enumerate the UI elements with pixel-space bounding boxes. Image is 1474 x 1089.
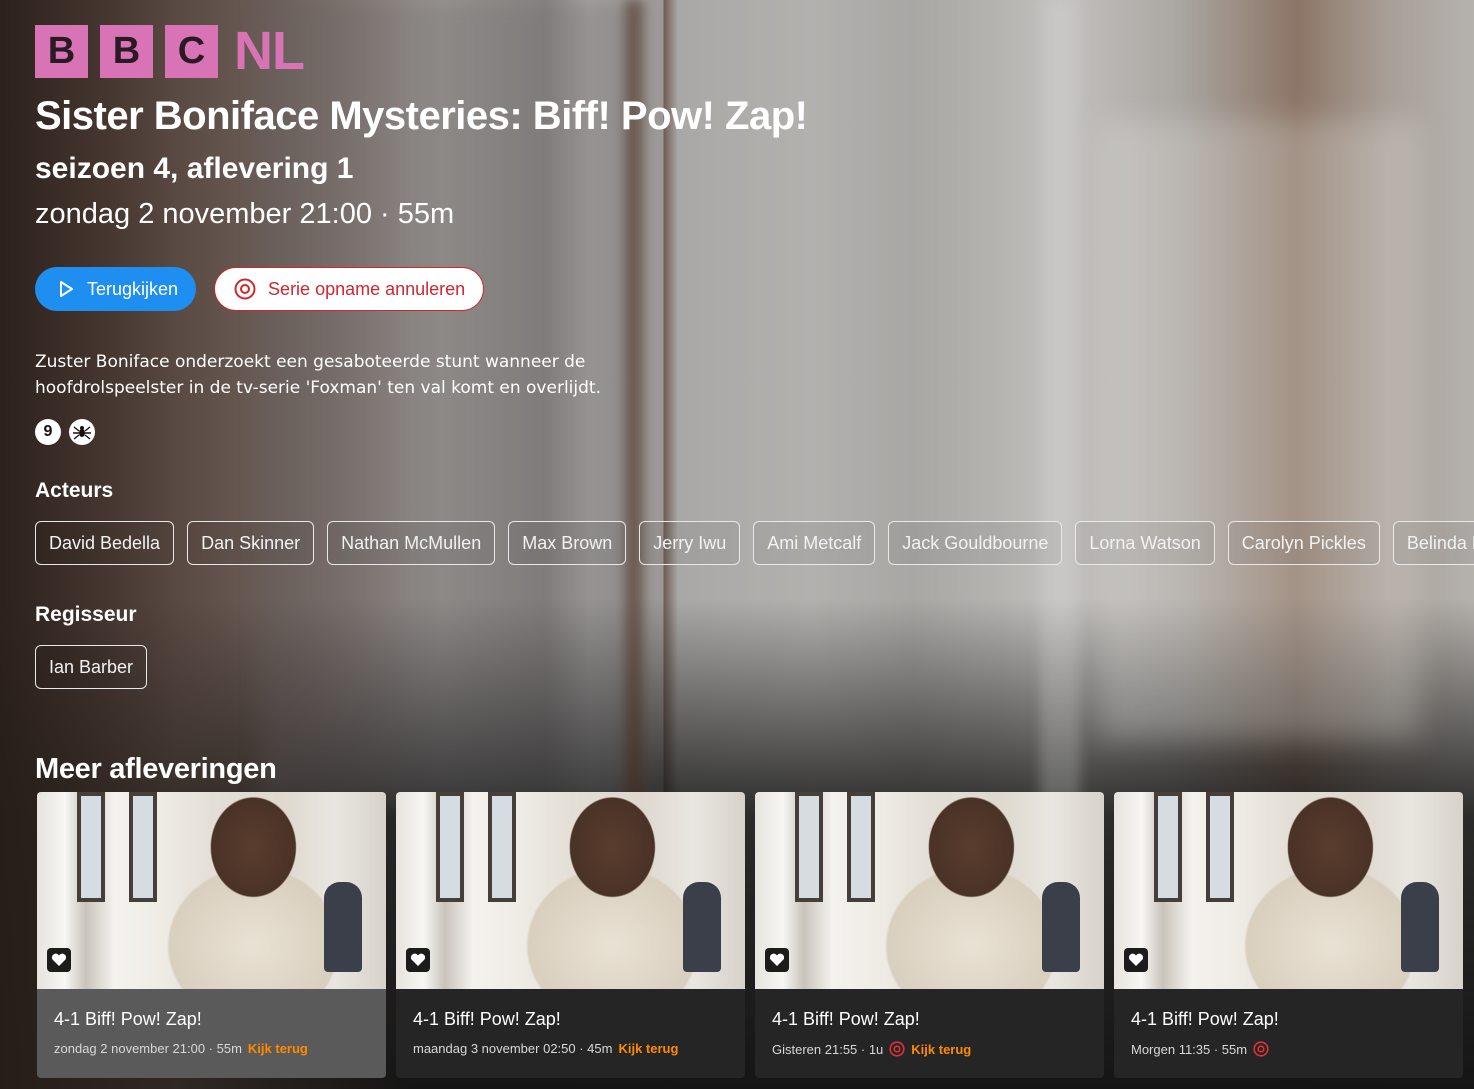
heart-icon[interactable] bbox=[406, 948, 430, 972]
episode-card[interactable]: 4-1 Biff! Pow! Zap! zondag 2 november 21… bbox=[37, 792, 386, 1078]
cancel-recording-label: Serie opname annuleren bbox=[268, 278, 466, 299]
thumbnail-window bbox=[847, 792, 875, 902]
cancel-recording-button[interactable]: Serie opname annuleren bbox=[214, 267, 485, 311]
episode-title: 4-1 Biff! Pow! Zap! bbox=[413, 1009, 561, 1029]
director-list: Ian Barber bbox=[35, 645, 1474, 689]
episode-meta: maandag 3 november 02:50 · 45m bbox=[413, 1041, 613, 1056]
episode-status: Kijk terug bbox=[247, 1041, 308, 1056]
logo-letter: B bbox=[100, 24, 153, 78]
logo-letter: B bbox=[35, 24, 88, 78]
episode-carousel: 4-1 Biff! Pow! Zap! zondag 2 november 21… bbox=[37, 792, 1463, 1078]
record-icon bbox=[1253, 1041, 1269, 1057]
episode-thumbnail bbox=[37, 792, 386, 989]
logo-suffix: NL bbox=[234, 21, 305, 81]
actors-list: David Bedella Dan Skinner Nathan McMulle… bbox=[35, 521, 1474, 565]
episode-title: 4-1 Biff! Pow! Zap! bbox=[772, 1009, 920, 1029]
actor-chip[interactable]: Nathan McMullen bbox=[327, 521, 496, 565]
actor-chip[interactable]: Carolyn Pickles bbox=[1227, 521, 1380, 565]
record-icon bbox=[234, 278, 256, 300]
actor-chip[interactable]: Lorna Watson bbox=[1075, 521, 1215, 565]
episode-subtitle: seizoen 4, aflevering 1 bbox=[35, 152, 354, 185]
episode-title: 4-1 Biff! Pow! Zap! bbox=[1131, 1009, 1279, 1029]
program-detail: B B C NL Sister Boniface Mysteries: Biff… bbox=[35, 24, 1474, 786]
actors-heading: Acteurs bbox=[35, 479, 114, 502]
actor-chip[interactable]: Jack Gouldbourne bbox=[888, 521, 1063, 565]
thumbnail-window bbox=[1206, 792, 1234, 902]
channel-logo: B B C NL bbox=[35, 24, 1474, 78]
thumbnail-window bbox=[795, 792, 823, 902]
thumbnail-window bbox=[129, 792, 157, 902]
thumbnail-figure bbox=[324, 882, 362, 972]
episode-title: 4-1 Biff! Pow! Zap! bbox=[54, 1009, 202, 1029]
thumbnail-window bbox=[436, 792, 464, 902]
broadcast-datetime: zondag 2 november 21:00 · 55m bbox=[35, 198, 455, 230]
actor-chip[interactable]: David Bedella bbox=[35, 521, 175, 565]
thumbnail-figure bbox=[683, 882, 721, 972]
thumbnail-window bbox=[77, 792, 105, 902]
watch-button[interactable]: Terugkijken bbox=[35, 267, 197, 311]
episode-thumbnail bbox=[1114, 792, 1463, 989]
program-description: Zuster Boniface onderzoekt een gesabotee… bbox=[35, 352, 601, 398]
program-title: Sister Boniface Mysteries: Biff! Pow! Za… bbox=[35, 94, 808, 138]
episode-card[interactable]: 4-1 Biff! Pow! Zap! Morgen 11:35 · 55m bbox=[1114, 792, 1463, 1078]
heart-icon[interactable] bbox=[765, 948, 789, 972]
episode-meta: Gisteren 21:55 · 1u bbox=[772, 1041, 884, 1057]
episode-thumbnail bbox=[396, 792, 745, 989]
heart-icon[interactable] bbox=[47, 948, 71, 972]
action-buttons: Terugkijken Serie opname annuleren bbox=[35, 267, 1474, 311]
actor-chip[interactable]: Jerry Iwu bbox=[639, 521, 741, 565]
episode-meta: zondag 2 november 21:00 · 55m bbox=[54, 1041, 242, 1056]
actor-chip[interactable]: Ami Metcalf bbox=[753, 521, 876, 565]
episode-status: Kijk terug bbox=[618, 1041, 679, 1056]
thumbnail-window bbox=[1154, 792, 1182, 902]
director-chip[interactable]: Ian Barber bbox=[35, 645, 148, 689]
heart-icon[interactable] bbox=[1124, 948, 1148, 972]
more-episodes-heading: Meer afleveringen bbox=[35, 753, 277, 785]
actor-chip[interactable]: Belinda La bbox=[1392, 521, 1474, 565]
episode-status: Kijk terug bbox=[911, 1041, 972, 1057]
logo-letter: C bbox=[165, 24, 218, 78]
actor-chip[interactable]: Dan Skinner bbox=[187, 521, 315, 565]
thumbnail-figure bbox=[1042, 882, 1080, 972]
play-icon bbox=[60, 281, 73, 297]
age-rating-badge: 9 bbox=[35, 419, 61, 445]
content-badges: 9 bbox=[35, 419, 1474, 445]
watch-button-label: Terugkijken bbox=[87, 278, 179, 299]
episode-meta: Morgen 11:35 · 55m bbox=[1131, 1041, 1248, 1057]
thumbnail-figure bbox=[1401, 882, 1439, 972]
episode-card[interactable]: 4-1 Biff! Pow! Zap! maandag 3 november 0… bbox=[396, 792, 745, 1078]
actor-chip[interactable]: Max Brown bbox=[508, 521, 627, 565]
spider-icon bbox=[69, 419, 95, 445]
thumbnail-window bbox=[488, 792, 516, 902]
record-icon bbox=[889, 1041, 905, 1057]
episode-thumbnail bbox=[755, 792, 1104, 989]
episode-card[interactable]: 4-1 Biff! Pow! Zap! Gisteren 21:55 · 1u … bbox=[755, 792, 1104, 1078]
director-heading: Regisseur bbox=[35, 603, 137, 626]
